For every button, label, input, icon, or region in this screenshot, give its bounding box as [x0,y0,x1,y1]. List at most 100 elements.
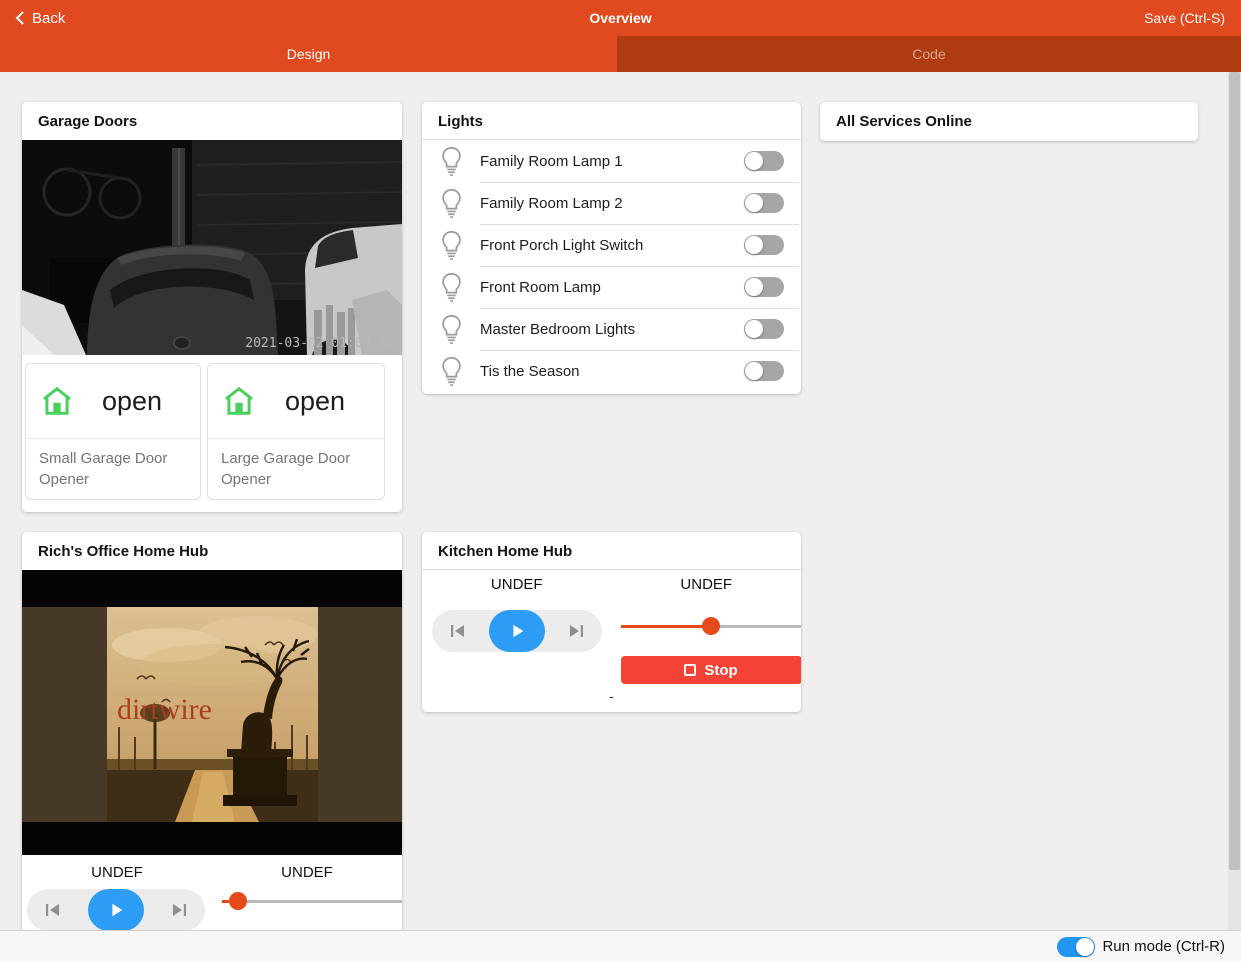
light-bulb-icon [422,272,480,302]
album-art-image: dirtwire [107,607,318,822]
kitchen-volume-slider[interactable] [621,616,801,636]
tab-bar: Design Code [0,36,1241,72]
office-hub-title: Rich's Office Home Hub [22,532,402,570]
light-row: Front Porch Light Switch [422,224,801,266]
lights-card-title: Lights [422,102,801,140]
stop-icon [684,664,696,676]
next-track-icon [169,901,189,919]
card-kitchen-home-hub: Kitchen Home Hub UNDEF [422,532,801,712]
media-field-2: UNDEF [212,864,402,881]
slider-thumb[interactable] [702,617,720,635]
tab-design[interactable]: Design [0,36,617,72]
light-bulb-icon [422,314,480,344]
page-title: Overview [0,10,1241,26]
garage-camera-image: 2021-03-02 01:00:36 [22,140,402,355]
garage-door-icon [222,386,256,416]
light-label: Front Room Lamp [480,279,744,296]
design-canvas: Garage Doors [0,72,1241,930]
office-media-artwork: dirtwire [22,570,402,855]
garage-door-icon [40,386,74,416]
stop-button[interactable]: Stop [621,656,802,684]
next-track-button[interactable] [566,622,586,640]
light-label: Family Room Lamp 2 [480,195,744,212]
office-media-fields: UNDEF UNDEF [22,855,402,889]
light-label: Master Bedroom Lights [480,321,744,338]
previous-track-icon [43,901,63,919]
opener-name: Small Garage Door Opener [26,439,200,499]
light-toggle[interactable] [744,235,784,255]
opener-state-label: open [74,386,190,417]
opener-small-garage[interactable]: open Small Garage Door Opener [25,363,201,500]
slider-thumb[interactable] [229,892,247,910]
play-button[interactable] [88,889,144,930]
light-label: Family Room Lamp 1 [480,153,744,170]
light-bulb-icon [422,188,480,218]
kitchen-status-text: - [422,688,801,704]
light-bulb-icon [422,356,480,386]
status-bar: Run mode (Ctrl-R) [0,930,1241,962]
opener-name: Large Garage Door Opener [208,439,384,499]
run-mode-label: Run mode (Ctrl-R) [1102,938,1225,955]
light-bulb-icon [422,230,480,260]
toggle-knob [745,278,763,296]
tab-code[interactable]: Code [617,36,1241,72]
light-toggle[interactable] [744,151,784,171]
light-row: Family Room Lamp 1 [422,140,801,182]
chevron-left-icon [14,10,26,26]
light-row: Master Bedroom Lights [422,308,801,350]
scrollbar-thumb[interactable] [1229,72,1240,870]
previous-track-button[interactable] [448,622,468,640]
back-button[interactable]: Back [0,0,79,36]
app-header: Back Overview Save (Ctrl-S) [0,0,1241,36]
media-field-1: UNDEF [22,864,212,881]
camera-timestamp: 2021-03-02 01:00:36 [245,336,394,351]
run-mode-toggle[interactable] [1057,937,1095,957]
kitchen-transport-column: UNDEF [422,576,612,604]
play-icon [107,901,125,919]
light-label: Tis the Season [480,363,744,380]
slider-fill [621,625,711,628]
kitchen-transport-bar [432,610,602,652]
light-toggle[interactable] [744,361,784,381]
play-button[interactable] [489,610,545,652]
garage-openers: open Small Garage Door Opener open Large… [22,355,402,512]
card-office-home-hub: Rich's Office Home Hub [22,532,402,930]
opener-state-label: open [256,386,374,417]
light-row: Family Room Lamp 2 [422,182,801,224]
card-services-status: All Services Online [820,102,1198,141]
previous-track-button[interactable] [43,901,63,919]
media-field-2: UNDEF [612,576,802,604]
album-band: dirtwire [22,607,402,822]
office-volume-slider[interactable] [222,891,402,911]
light-row: Tis the Season [422,350,801,392]
album-title-text: dirtwire [117,693,212,726]
services-status-title: All Services Online [820,102,1198,140]
stop-label: Stop [704,662,737,679]
card-lights: Lights Family Room Lamp 1 Family Room La… [422,102,801,394]
save-button[interactable]: Save (Ctrl-S) [1128,0,1241,36]
kitchen-media-controls: UNDEF [422,570,801,604]
play-icon [508,622,526,640]
toggle-knob [745,320,763,338]
toggle-knob [1076,938,1094,956]
garage-card-title: Garage Doors [22,102,402,140]
light-row: Front Room Lamp [422,266,801,308]
card-garage-doors: Garage Doors [22,102,402,512]
back-label: Back [32,10,65,27]
media-field-1: UNDEF [422,576,612,604]
light-toggle[interactable] [744,277,784,297]
kitchen-hub-title: Kitchen Home Hub [422,532,801,570]
light-toggle[interactable] [744,319,784,339]
toggle-knob [745,362,763,380]
opener-large-garage[interactable]: open Large Garage Door Opener [207,363,385,500]
office-transport-bar [27,889,205,930]
light-toggle[interactable] [744,193,784,213]
light-bulb-icon [422,146,480,176]
toggle-knob [745,194,763,212]
kitchen-volume-column: UNDEF Stop [612,576,802,604]
toggle-knob [745,236,763,254]
toggle-knob [745,152,763,170]
light-label: Front Porch Light Switch [480,237,744,254]
next-track-button[interactable] [169,901,189,919]
slider-track [222,900,402,903]
